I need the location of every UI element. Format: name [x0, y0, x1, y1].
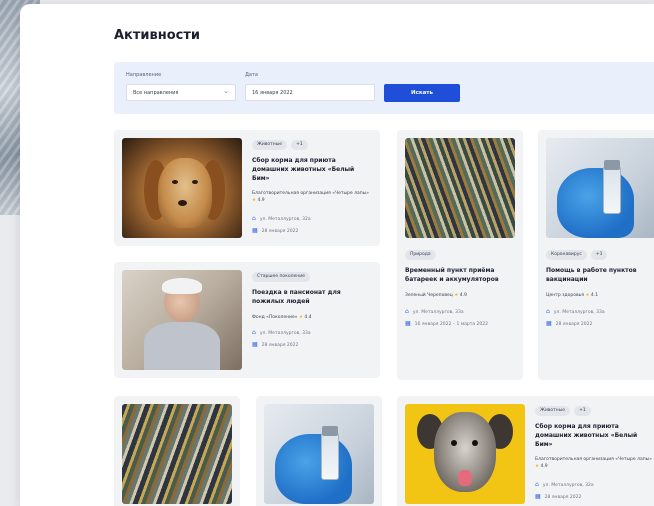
- building-icon: ⌂: [546, 308, 550, 315]
- card-title[interactable]: Помощь в работе пунктов вакцинации: [546, 266, 654, 284]
- direction-value: Все направления: [133, 90, 179, 96]
- activity-card[interactable]: Животные +1 Сбор корма для приюта домашн…: [114, 130, 380, 246]
- page-title: Активности: [114, 28, 201, 43]
- card-image: [546, 138, 654, 238]
- card-title[interactable]: Временный пункт приёма батареек и аккуму…: [405, 266, 517, 284]
- calendar-icon: ▦: [535, 493, 541, 500]
- card-organization: Фонд «Поколение» ★ 4.4: [252, 314, 370, 321]
- card-address: ⌂ ул. Металлургов, 33а: [252, 329, 311, 336]
- date-text: 28 января 2022: [261, 229, 299, 234]
- activity-card[interactable]: Старшее поколение Поездка в пансионат дл…: [114, 262, 380, 378]
- address-text: ул. Металлургов, 32а: [542, 483, 594, 488]
- main-panel: Активности Направление Все направления ⌄…: [20, 4, 654, 506]
- card-address: ⌂ ул. Металлургов, 33а: [546, 308, 605, 315]
- date-label: Дата: [245, 72, 258, 78]
- card-organization: Благотворительная организация «Четыре ла…: [252, 190, 370, 204]
- building-icon: ⌂: [405, 308, 409, 315]
- card-image: [122, 138, 242, 238]
- direction-select[interactable]: Все направления ⌄: [126, 84, 236, 101]
- org-name: Зеленый Череповец: [405, 293, 453, 298]
- activity-card[interactable]: Животные +1 Сбор корма для приюта домашн…: [397, 396, 654, 506]
- card-address: ⌂ ул. Металлургов, 33а: [405, 308, 464, 315]
- direction-label: Направление: [126, 72, 162, 78]
- card-date: ▦ 28 января 2022: [252, 341, 298, 348]
- date-text: 16 января 2022 – 1 марта 2022: [414, 322, 489, 327]
- card-image: [405, 138, 515, 238]
- org-name: Благотворительная организация «Четыре ла…: [535, 457, 652, 462]
- activity-card[interactable]: [114, 396, 240, 506]
- building-icon: ⌂: [252, 329, 256, 336]
- card-organization: Благотворительная организация «Четыре ла…: [535, 456, 653, 470]
- address-text: ул. Металлургов, 33а: [553, 310, 605, 315]
- card-image: [264, 404, 374, 504]
- building-icon: ⌂: [535, 481, 539, 488]
- card-image: [405, 404, 525, 504]
- date-text: 28 января 2022: [555, 322, 593, 327]
- card-date: ▦ 28 января 2022: [252, 227, 298, 234]
- address-text: ул. Металлургов, 33а: [259, 331, 311, 336]
- filter-bar: Направление Все направления ⌄ Дата 16 ян…: [114, 62, 654, 114]
- org-name: Благотворительная организация «Четыре ла…: [252, 191, 369, 196]
- chevron-down-icon: ⌄: [223, 87, 229, 95]
- activity-card[interactable]: [256, 396, 382, 506]
- card-date: ▦ 28 января 2022: [535, 493, 581, 500]
- card-image: [122, 404, 232, 504]
- rating: 4.4: [304, 315, 312, 320]
- date-text: 28 января 2022: [261, 343, 299, 348]
- building-icon: ⌂: [252, 215, 256, 222]
- calendar-icon: ▦: [405, 320, 411, 327]
- address-text: ул. Металлургов, 33а: [412, 310, 464, 315]
- address-text: ул. Металлургов, 32а: [259, 217, 311, 222]
- tag[interactable]: Старшее поколение: [252, 272, 310, 282]
- calendar-icon: ▦: [546, 320, 552, 327]
- rating: 4.1: [590, 293, 599, 298]
- card-image: [122, 270, 242, 370]
- card-organization: Зеленый Череповец ★ 4.9: [405, 292, 517, 299]
- card-address: ⌂ ул. Металлургов, 32а: [535, 481, 594, 488]
- rating: 4.9: [540, 464, 548, 469]
- card-title[interactable]: Сбор корма для приюта домашних животных …: [535, 422, 653, 449]
- card-date: ▦ 28 января 2022: [546, 320, 592, 327]
- tag[interactable]: Животные: [252, 140, 288, 150]
- org-name: Центр здоровья: [546, 293, 584, 298]
- org-name: Фонд «Поколение»: [252, 315, 298, 320]
- date-text: 28 января 2022: [544, 495, 582, 500]
- card-date: ▦ 16 января 2022 – 1 марта 2022: [405, 320, 488, 327]
- card-organization: Центр здоровья ★ 4.1: [546, 292, 654, 299]
- rating: 4.9: [257, 198, 265, 203]
- tag-more[interactable]: +1: [291, 140, 308, 150]
- tag[interactable]: Коронавирус: [546, 250, 587, 260]
- rating: 4.9: [459, 293, 467, 298]
- card-title[interactable]: Сбор корма для приюта домашних животных …: [252, 156, 370, 183]
- date-value: 16 января 2022: [252, 90, 293, 96]
- activity-card[interactable]: Коронавирус +1 Помощь в работе пунктов в…: [538, 130, 654, 380]
- tag-more[interactable]: +1: [574, 406, 591, 416]
- card-title[interactable]: Поездка в пансионат для пожилых людей: [252, 288, 370, 306]
- tag-more[interactable]: +1: [590, 250, 608, 260]
- tag[interactable]: Животные: [535, 406, 571, 416]
- calendar-icon: ▦: [252, 341, 258, 348]
- card-address: ⌂ ул. Металлургов, 32а: [252, 215, 311, 222]
- calendar-icon: ▦: [252, 227, 258, 234]
- activity-card[interactable]: Природа Временный пункт приёма батареек …: [397, 130, 523, 380]
- search-button[interactable]: Искать: [384, 84, 460, 102]
- tag[interactable]: Природа: [405, 250, 436, 260]
- date-input[interactable]: 16 января 2022: [245, 84, 375, 101]
